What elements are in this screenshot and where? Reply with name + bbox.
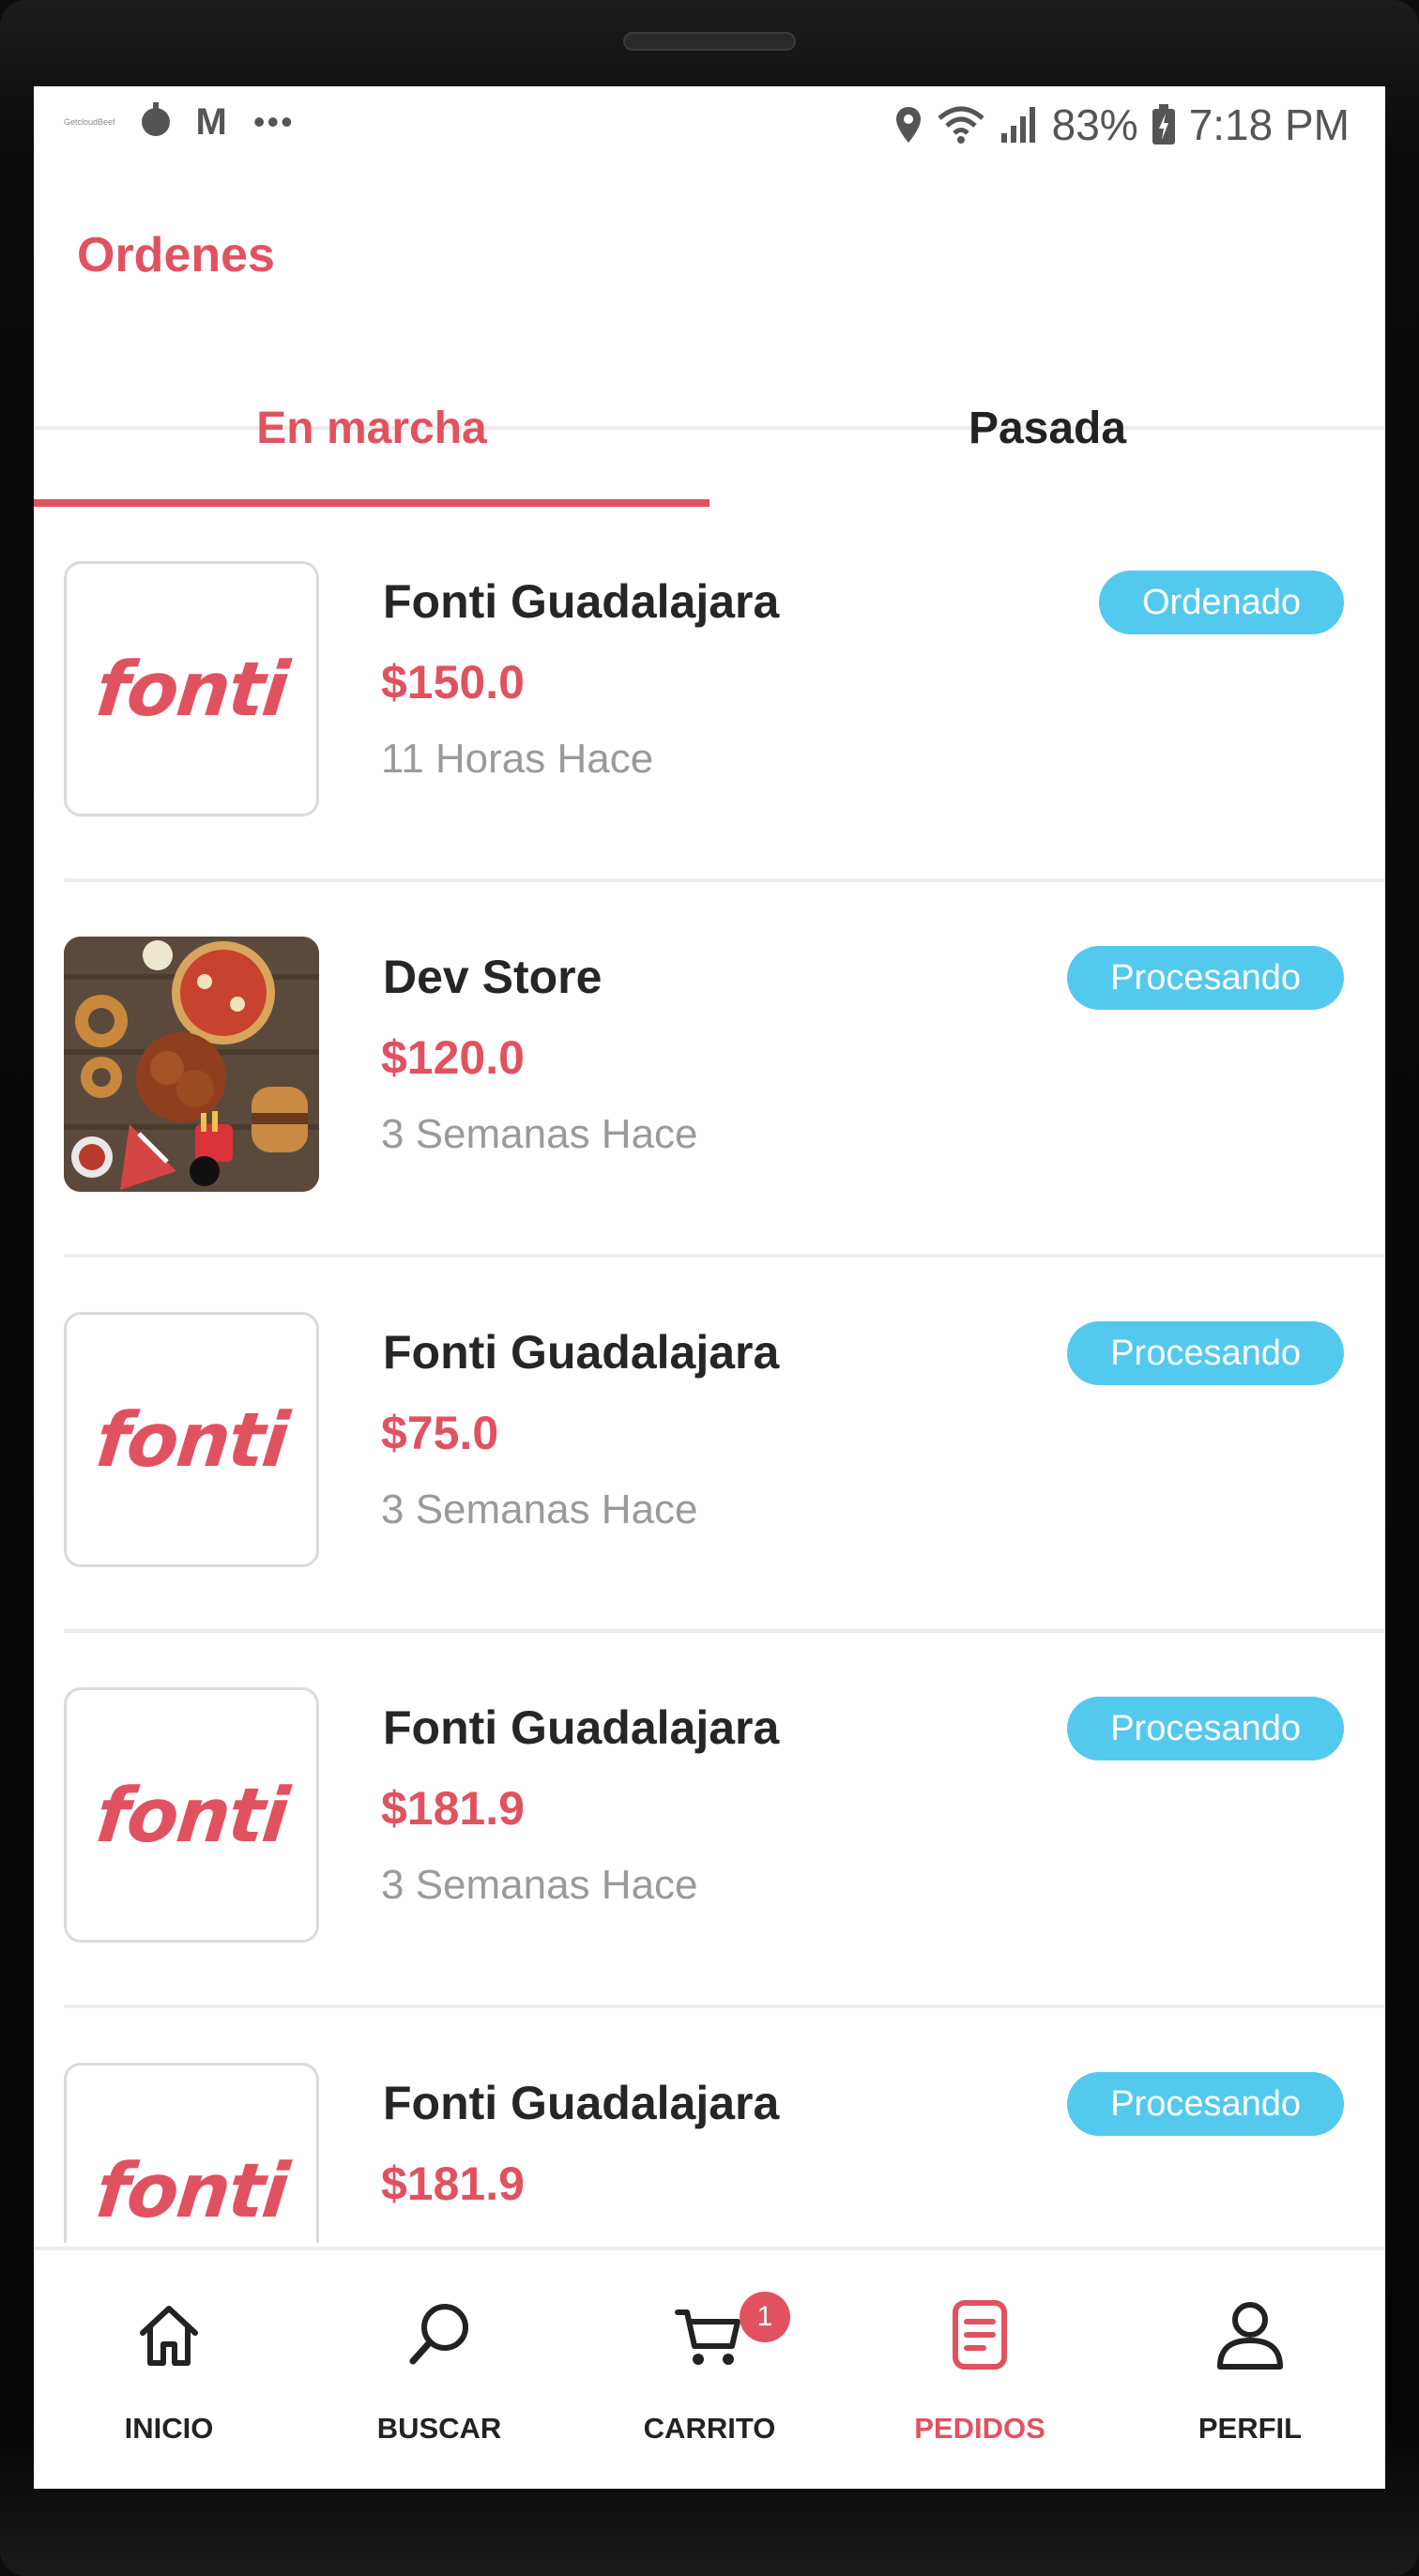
nav-label: CARRITO: [643, 2412, 776, 2445]
order-time: 11 Horas Hace: [381, 736, 654, 782]
order-time: 3 Semanas Hace: [381, 1862, 698, 1908]
cart-icon: [675, 2309, 740, 2365]
order-card[interactable]: fonti Fonti Guadalajara $150.0 11 Horas …: [64, 507, 1385, 882]
nav-item-buscar[interactable]: BUSCAR: [304, 2250, 574, 2489]
order-card[interactable]: Dev Store $120.0 3 Semanas Hace Procesan…: [64, 882, 1385, 1258]
nav-label: PEDIDOS: [914, 2412, 1045, 2445]
status-bar-system: 83% 7:18 PM: [894, 99, 1350, 150]
tab-en-marcha[interactable]: En marcha: [34, 349, 710, 507]
store-food-image: [64, 937, 319, 1192]
status-badge: Procesando: [1067, 1321, 1344, 1385]
order-time: 3 Semanas Hace: [381, 1111, 698, 1157]
more-notifications-icon: •••: [252, 102, 295, 141]
status-bar: GetcloudBeef M ••• 83% 7:18 PM: [34, 86, 1385, 167]
phone-frame: GetcloudBeef M ••• 83% 7:18 PM Ordenes E…: [0, 0, 1419, 2576]
store-name: Fonti Guadalajara: [383, 2077, 780, 2129]
clock: 7:18 PM: [1188, 100, 1350, 149]
order-price: $181.9: [381, 2157, 525, 2210]
orders-list: fonti Fonti Guadalajara $150.0 11 Horas …: [34, 507, 1385, 2243]
gmail-icon: M: [195, 101, 227, 143]
store-logo: fonti: [64, 2063, 319, 2243]
order-card[interactable]: fonti Fonti Guadalajara $181.9 3 Semanas…: [64, 1633, 1385, 2008]
order-time: 3 Semanas Hace: [381, 1486, 698, 1532]
status-badge: Procesando: [1067, 946, 1344, 1010]
nav-item-carrito[interactable]: 1 CARRITO: [574, 2250, 845, 2489]
wifi-icon: [937, 106, 984, 144]
store-logo: fonti: [64, 1312, 319, 1567]
order-card[interactable]: fonti Fonti Guadalajara $181.9 Procesand…: [64, 2008, 1385, 2243]
signal-icon: [1000, 107, 1035, 143]
nav-item-pedidos[interactable]: PEDIDOS: [845, 2250, 1115, 2489]
bottom-navigation: INICIO BUSCAR 1 CARRITO PEDIDOS PERFIL: [34, 2247, 1385, 2489]
status-bar-notifications: GetcloudBeef M •••: [64, 101, 295, 143]
store-name: Dev Store: [383, 951, 603, 1003]
tab-pasada[interactable]: Pasada: [710, 349, 1385, 507]
store-name: Fonti Guadalajara: [383, 575, 780, 628]
order-price: $120.0: [381, 1031, 525, 1084]
fonti-logo-text: fonti: [91, 2146, 292, 2234]
notification-app-icon: [141, 102, 170, 136]
speaker-grille: [623, 32, 796, 51]
notification-app-label: GetcloudBeef: [64, 117, 115, 127]
fonti-logo-text: fonti: [91, 1395, 292, 1484]
order-price: $75.0: [381, 1407, 499, 1459]
profile-icon: [1217, 2302, 1283, 2370]
order-card[interactable]: fonti Fonti Guadalajara $75.0 3 Semanas …: [64, 1258, 1385, 1633]
fonti-logo-text: fonti: [91, 645, 292, 733]
store-logo: fonti: [64, 1687, 319, 1943]
page-title: Ordenes: [77, 228, 275, 282]
order-price: $150.0: [381, 656, 525, 709]
order-price: $181.9: [381, 1782, 525, 1835]
status-badge: Procesando: [1067, 2072, 1344, 2136]
nav-label: PERFIL: [1198, 2412, 1303, 2445]
store-name: Fonti Guadalajara: [383, 1326, 780, 1379]
search-icon: [409, 2304, 468, 2365]
order-tabs: En marcha Pasada: [34, 349, 1385, 507]
nav-item-perfil[interactable]: PERFIL: [1115, 2250, 1385, 2489]
orders-icon: [953, 2300, 1007, 2370]
status-badge: Procesando: [1067, 1697, 1344, 1761]
nav-label: INICIO: [124, 2412, 214, 2445]
food-photo-illustration: [64, 937, 319, 1192]
home-icon: [140, 2306, 198, 2366]
app-screen: GetcloudBeef M ••• 83% 7:18 PM Ordenes E…: [34, 86, 1385, 2489]
battery-percent: 83%: [1051, 100, 1138, 149]
location-icon: [895, 107, 921, 143]
battery-icon: [1152, 104, 1175, 145]
fonti-logo-text: fonti: [91, 1771, 292, 1859]
store-logo: fonti: [64, 561, 319, 816]
store-name: Fonti Guadalajara: [383, 1701, 780, 1754]
nav-item-inicio[interactable]: INICIO: [34, 2250, 304, 2489]
status-badge: Ordenado: [1098, 571, 1344, 634]
nav-label: BUSCAR: [376, 2412, 502, 2445]
cart-count-badge: 1: [740, 2292, 790, 2342]
